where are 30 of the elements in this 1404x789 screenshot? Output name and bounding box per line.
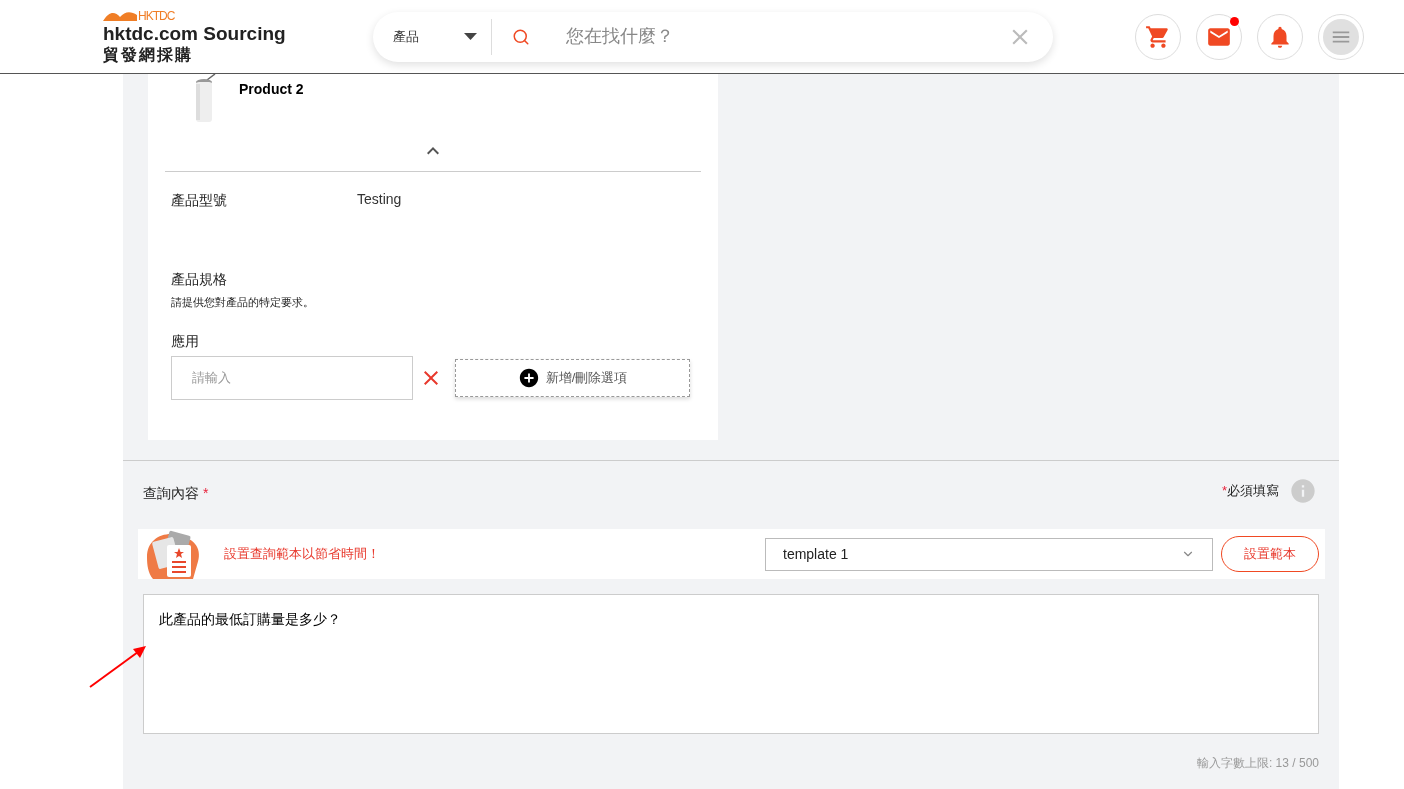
menu-icon [1323,18,1359,55]
site-subtitle: 貿發網採購 [103,44,194,65]
product-name: Product 2 [239,80,304,99]
bell-button[interactable] [1257,13,1303,60]
message-field[interactable]: 此產品的最低訂購量是多少？ [143,594,1319,734]
template-dropdown[interactable]: template 1 [765,537,1213,571]
add-option-button[interactable]: 新增/刪除選項 [455,358,690,397]
option-input[interactable]: 請輸入 [171,355,413,400]
logo-icon [103,10,137,21]
brand-name: HKTDC [138,9,175,22]
template-prompt: 設置查詢範本以節省時間！ [224,545,380,564]
set-template-button[interactable]: 設置範本 [1221,536,1319,572]
search-field[interactable]: 您在找什麼？ [566,16,1007,57]
option-label: 應用 [170,331,200,351]
caret-icon [464,33,477,40]
character-counter: 輸入字數上限: 13 / 500 [1196,755,1319,772]
category-dropdown[interactable]: 產品 [373,11,491,62]
plus-icon [517,366,540,389]
search-icon [512,27,530,46]
field-label: 產品型號 [171,191,228,210]
cart-icon [1145,23,1171,50]
required-note: *必須填寫 [1221,482,1279,501]
menu-button[interactable] [1318,13,1364,60]
site-title: hktdc.com Sourcing [103,22,287,45]
spec-title: 產品規格 [170,270,228,289]
enquiry-label: 查詢內容 * [143,483,209,503]
spec-hint: 請提供您對產品的特定要求。 [170,295,315,310]
cart-button[interactable] [1135,13,1181,60]
mail-button[interactable] [1196,13,1242,60]
field-value: Testing [357,190,402,209]
